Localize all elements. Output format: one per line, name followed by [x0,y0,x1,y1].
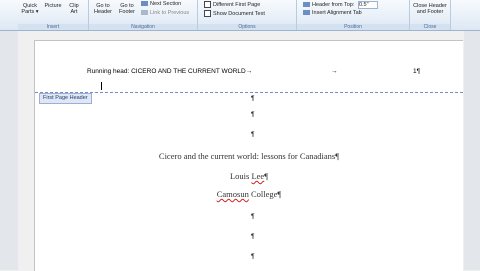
author-first-name: Louis [229,171,252,181]
page-number[interactable]: 1¶ [413,68,420,75]
header-from-top-value[interactable]: 0.5" [357,1,378,9]
paragraph-mark: ¶ [251,253,255,260]
document-title[interactable]: Cicero and the current world: lessons fo… [35,151,463,161]
paragraph-mark: ¶ [251,111,255,118]
quick-parts-button[interactable]: Quick Parts ▾ [21,3,39,15]
group-close: Close Header and Footer Close [410,0,451,30]
paragraph-mark: ¶ [251,213,255,220]
close-header-footer-label-2: and Footer [416,9,444,15]
close-header-footer-button[interactable]: Close Header and Footer [412,3,448,15]
left-margin-area [0,31,18,270]
goto-footer-button[interactable]: Go to Footer [116,3,138,15]
running-head[interactable]: Running head: CICERO AND THE CURRENT WOR… [87,68,252,75]
checkbox-checked-icon [204,1,211,8]
goto-footer-label-2: Footer [119,9,135,15]
group-label-insert: Insert [18,24,88,30]
first-page-header-tag: First Page Header [39,93,92,104]
header-from-top-label: Header from Top: [312,2,355,8]
insert-alignment-tab-label: Insert Alignment Tab [312,10,362,16]
ribbon: Quick Parts ▾ Picture Clip Art Insert Go… [0,0,480,31]
checkbox-checked-icon [204,10,211,17]
picture-button[interactable]: Picture [43,3,63,9]
text-cursor [101,82,102,90]
document-page[interactable]: Running head: CICERO AND THE CURRENT WOR… [34,40,463,271]
header-position-icon [303,2,310,8]
show-document-text-checkbox[interactable]: Show Document Text [204,10,265,17]
link-to-previous-button[interactable]: Link to Previous [141,10,189,16]
next-section-icon [141,1,148,7]
group-options: Different First Page Show Document Text … [198,0,297,30]
clip-art-label-2: Art [70,9,78,15]
quick-parts-label-2: Parts ▾ [21,9,39,15]
paragraph-mark: ¶ [251,95,255,102]
author-line[interactable]: Louis Lee¶ [35,171,463,181]
tab-arrow: → [331,68,338,75]
link-to-previous-label: Link to Previous [150,10,190,16]
group-label-navigation: Navigation [89,24,197,30]
goto-header-button[interactable]: Go to Header [92,3,114,15]
alignment-tab-icon [303,10,310,16]
group-label-close: Close [410,24,450,30]
group-navigation: Go to Header Go to Footer Next Section L… [89,0,198,30]
insert-alignment-tab-button[interactable]: Insert Alignment Tab [303,10,362,16]
header-boundary [35,92,463,93]
show-document-text-label: Show Document Text [213,10,265,17]
picture-label: Picture [44,3,62,9]
author-last-name: Lee [251,171,265,181]
author-line-end: ¶ [264,171,269,181]
paragraph-mark: ¶ [251,131,255,138]
clip-art-button[interactable]: Clip Art [66,3,82,15]
right-margin-area [464,31,480,270]
different-first-page-label: Different First Page [213,1,261,8]
group-label-options: Options [198,24,296,30]
college-line[interactable]: Camosun College¶ [35,189,463,199]
group-position: Header from Top: 0.5" Insert Alignment T… [297,0,410,30]
group-insert: Quick Parts ▾ Picture Clip Art Insert [18,0,89,30]
header-from-top-control[interactable]: Header from Top: 0.5" [303,1,378,9]
different-first-page-checkbox[interactable]: Different First Page [204,1,260,8]
college-name: Camosun [216,189,249,199]
goto-header-label-2: Header [93,9,113,15]
next-section-label: Next Section [150,1,182,7]
college-rest: College¶ [248,189,282,199]
group-label-position: Position [297,24,409,30]
link-icon [141,10,148,16]
next-section-button[interactable]: Next Section [141,1,181,7]
paragraph-mark: ¶ [251,233,255,240]
